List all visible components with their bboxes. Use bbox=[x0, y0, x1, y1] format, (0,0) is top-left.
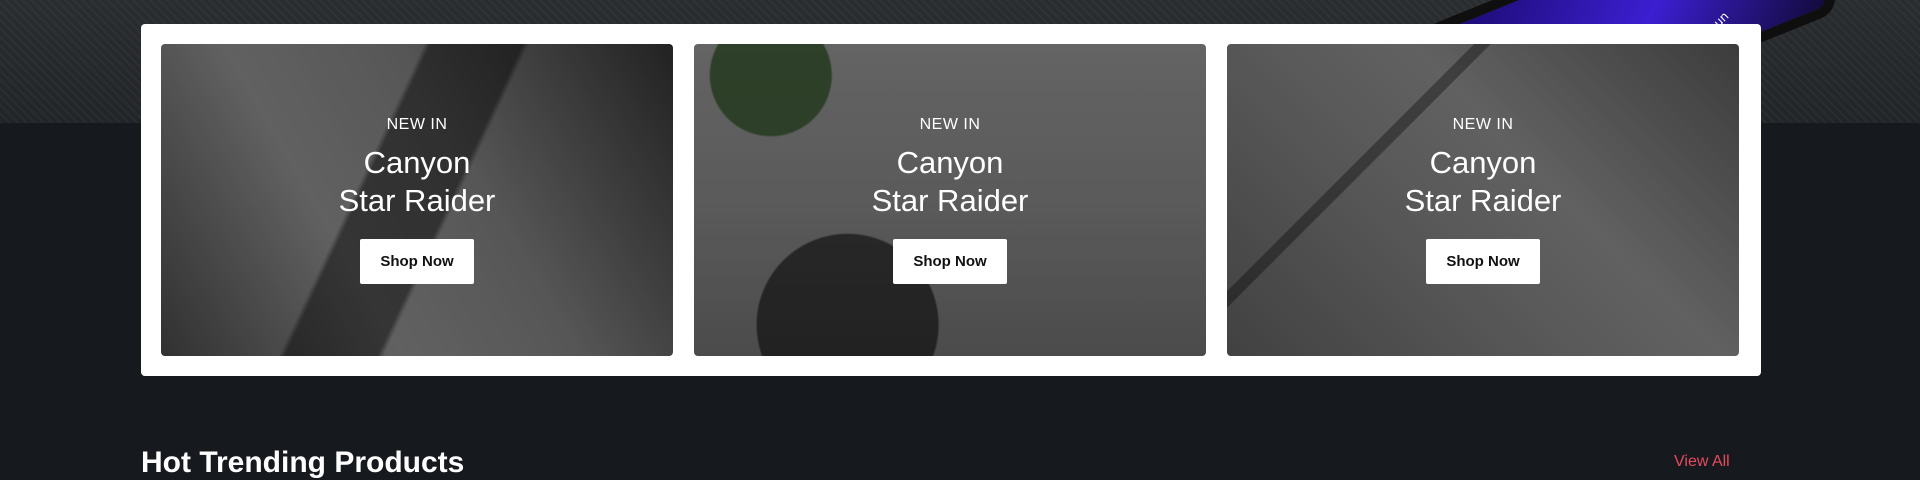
banner-title-line2: Star Raider bbox=[338, 183, 496, 218]
banner-eyebrow: NEW IN bbox=[919, 116, 981, 133]
banner-content: NEW IN Canyon Star Raider Shop Now bbox=[871, 116, 1029, 284]
view-all-link[interactable]: View All bbox=[1674, 453, 1730, 471]
banner-title-line2: Star Raider bbox=[1404, 183, 1562, 218]
promo-banner-2[interactable]: NEW IN Canyon Star Raider Shop Now bbox=[694, 44, 1206, 356]
promo-banner-group: NEW IN Canyon Star Raider Shop Now NEW I… bbox=[141, 24, 1761, 376]
banner-eyebrow: NEW IN bbox=[386, 116, 448, 133]
banner-title-line2: Star Raider bbox=[871, 183, 1029, 218]
banner-eyebrow: NEW IN bbox=[1452, 116, 1514, 133]
shop-now-button[interactable]: Shop Now bbox=[1426, 239, 1540, 284]
shop-now-button[interactable]: Shop Now bbox=[360, 239, 474, 284]
shop-now-button[interactable]: Shop Now bbox=[893, 239, 1007, 284]
banner-title-line1: Canyon bbox=[896, 145, 1004, 180]
banner-content: NEW IN Canyon Star Raider Shop Now bbox=[338, 116, 496, 284]
banner-content: NEW IN Canyon Star Raider Shop Now bbox=[1404, 116, 1562, 284]
banner-title-line1: Canyon bbox=[1429, 145, 1537, 180]
banner-title-line1: Canyon bbox=[363, 145, 471, 180]
section-title: Hot Trending Products bbox=[141, 446, 465, 479]
promo-banner-1[interactable]: NEW IN Canyon Star Raider Shop Now bbox=[161, 44, 673, 356]
promo-banner-3[interactable]: NEW IN Canyon Star Raider Shop Now bbox=[1227, 44, 1739, 356]
